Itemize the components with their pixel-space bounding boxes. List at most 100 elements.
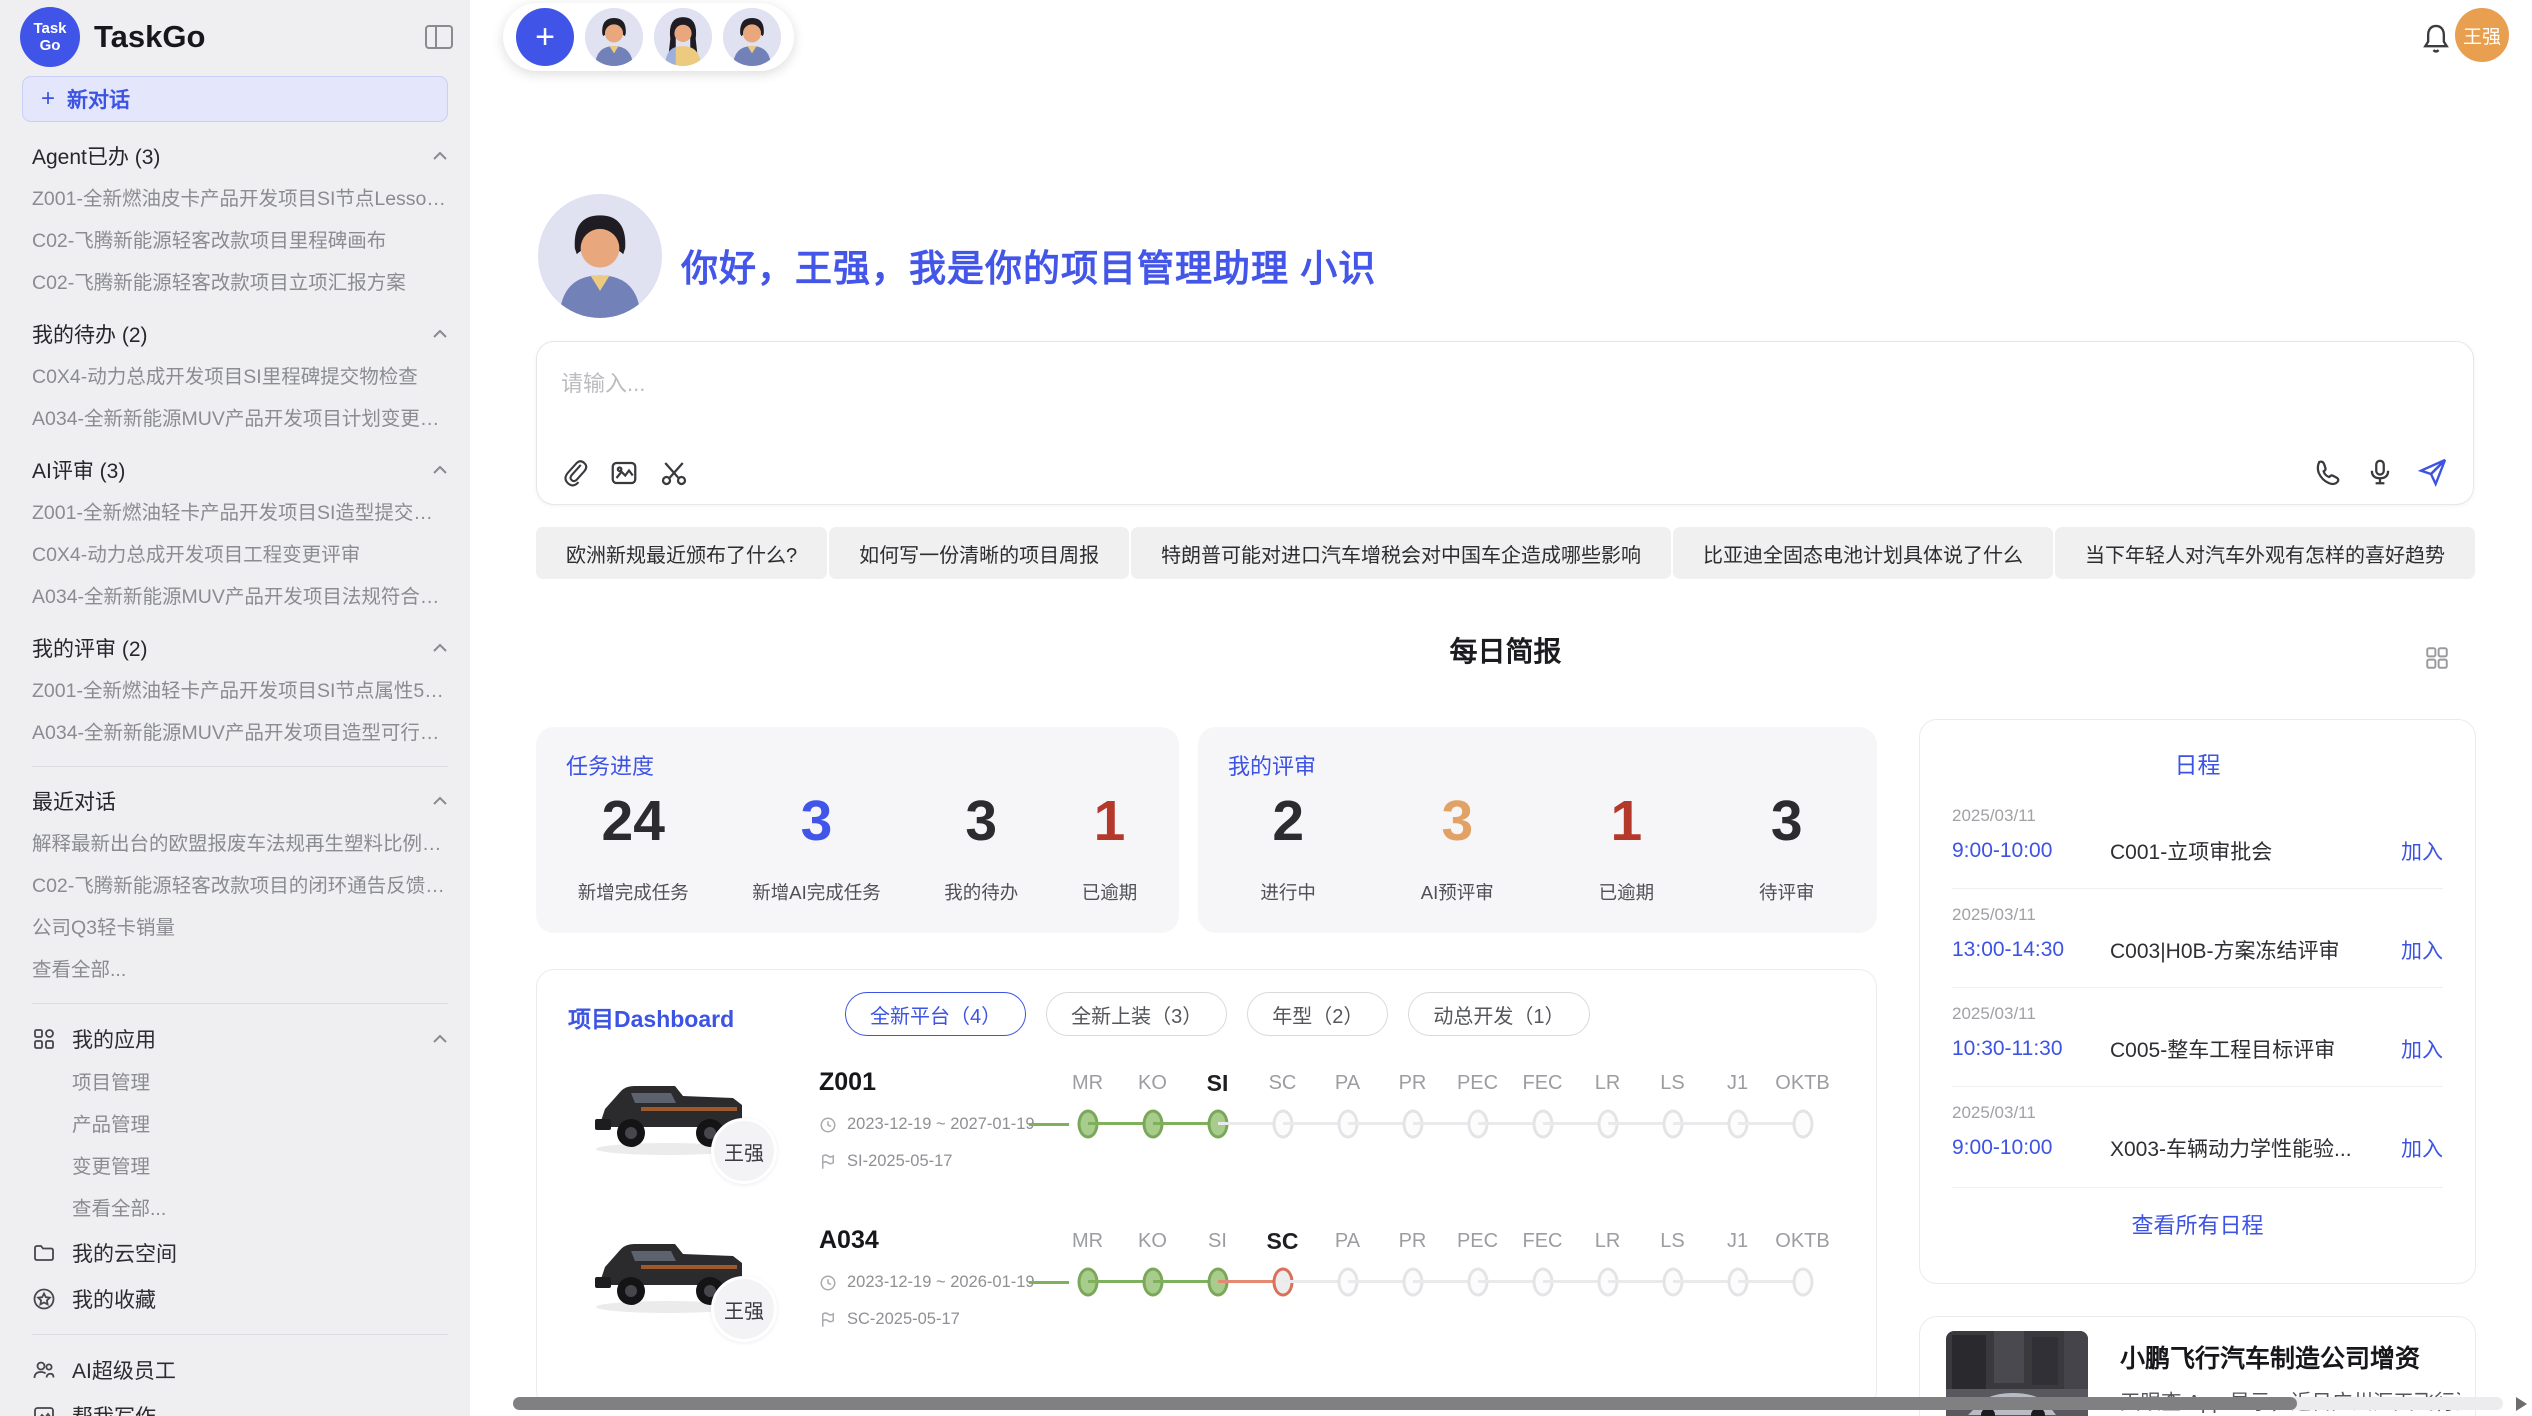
sidebar-task-item[interactable]: Z001-全新燃油轻卡产品开发项目SI造型提交物评审	[32, 492, 448, 534]
sidebar-task-item[interactable]: C0X4-动力总成开发项目SI里程碑提交物检查	[32, 356, 448, 398]
sidebar-task-item[interactable]: A034-全新新能源MUV产品开发项目造型可行性评审	[32, 712, 448, 754]
section-header-my-review[interactable]: 我的评审 (2)	[32, 626, 448, 670]
composer-left-tools	[561, 458, 689, 488]
filter-pill[interactable]: 全新上装（3）	[1046, 992, 1227, 1036]
apps-sublist: 项目管理产品管理变更管理查看全部...	[32, 1062, 448, 1230]
suggestion-chip[interactable]: 特朗普可能对进口汽车增税会对中国车企造成哪些影响	[1131, 527, 1671, 579]
filter-pill[interactable]: 动总开发（1）	[1408, 992, 1589, 1036]
horizontal-scrollbar[interactable]	[513, 1397, 2503, 1410]
milestone-label: J1	[1705, 1220, 1770, 1262]
project-row[interactable]: 王强 Z001 2023-12-19 ~ 2027-01-19 SI-2025-…	[583, 1056, 1852, 1212]
milestone: J1	[1705, 1220, 1770, 1302]
contact-avatar[interactable]	[723, 8, 781, 66]
schedule-item: 2025/03/11 9:00-10:00 C001-立项审批会 加入	[1952, 790, 2443, 888]
new-chat-label: 新对话	[67, 84, 130, 114]
suggestion-chip[interactable]: 当下年轻人对汽车外观有怎样的喜好趋势	[2055, 527, 2475, 579]
grid-icon	[32, 1027, 56, 1051]
message-input[interactable]	[561, 362, 2261, 406]
notification-bell-icon[interactable]	[2420, 22, 2452, 61]
scrollbar-thumb[interactable]	[513, 1397, 2297, 1410]
section-header-recent-chats[interactable]: 最近对话	[32, 779, 448, 823]
milestone-label: KO	[1120, 1062, 1185, 1104]
user-avatar[interactable]: 王强	[2455, 8, 2509, 62]
filter-pill[interactable]: 全新平台（4）	[845, 992, 1026, 1036]
stat-value: 2	[1260, 789, 1316, 853]
sidebar-item-ai-staff[interactable]: AI超级员工	[32, 1347, 448, 1393]
project-row[interactable]: 王强 A034 2023-12-19 ~ 2026-01-19 SC-2025-…	[583, 1214, 1852, 1370]
collapse-sidebar-icon[interactable]	[424, 22, 454, 52]
composer-right-tools	[2313, 456, 2449, 488]
date-range: 2023-12-19 ~ 2027-01-19	[847, 1115, 1035, 1134]
image-upload-icon[interactable]	[609, 458, 639, 488]
sidebar-task-item[interactable]: C02-飞腾新能源轻客改款项目立项汇报方案	[32, 262, 448, 304]
section-header-agent-done[interactable]: Agent已办 (3)	[32, 134, 448, 178]
app-item[interactable]: 项目管理	[72, 1062, 448, 1104]
app-item[interactable]: 产品管理	[72, 1104, 448, 1146]
stat-value: 1	[1599, 789, 1655, 853]
greeting-text: 你好，王强，我是你的项目管理助理 小识	[681, 238, 1376, 292]
join-meeting-link[interactable]: 加入	[2401, 1034, 2443, 1064]
contact-avatar[interactable]	[585, 8, 643, 66]
sidebar-task-item[interactable]: C0X4-动力总成开发项目工程变更评审	[32, 534, 448, 576]
new-session-button[interactable]: +	[516, 8, 574, 66]
schedule-date: 2025/03/11	[1952, 806, 2443, 826]
section-title: 我的待办 (2)	[32, 319, 148, 349]
recent-chat-item[interactable]: 查看全部...	[32, 949, 448, 991]
stats-row: 2 进行中 3 AI预评审 1 已逾期 3 待	[1208, 789, 1867, 905]
stat-value: 3	[944, 789, 1018, 853]
join-meeting-link[interactable]: 加入	[2401, 1133, 2443, 1163]
layout-grid-icon[interactable]	[2424, 645, 2450, 676]
section-header-ai-review[interactable]: AI评审 (3)	[32, 448, 448, 492]
app-item[interactable]: 查看全部...	[72, 1188, 448, 1230]
sidebar-task-item[interactable]: A034-全新新能源MUV产品开发项目法规符合性评审	[32, 576, 448, 618]
section-title: 最近对话	[32, 786, 116, 816]
sidebar-item-cloud-space[interactable]: 我的云空间	[32, 1230, 448, 1276]
sidebar-task-item[interactable]: Z001-全新燃油轻卡产品开发项目SI节点属性5D文件评审	[32, 670, 448, 712]
new-chat-button[interactable]: + 新对话	[22, 76, 448, 122]
sidebar-task-item[interactable]: Z001-全新燃油皮卡产品开发项目SI节点Lesson Learn报告	[32, 178, 448, 220]
project-dates: 2023-12-19 ~ 2026-01-19	[819, 1273, 1035, 1292]
sidebar-item-my-apps[interactable]: 我的应用	[32, 1016, 448, 1062]
assistant-avatar	[538, 194, 662, 318]
join-meeting-link[interactable]: 加入	[2401, 836, 2443, 866]
view-all-schedule-link[interactable]: 查看所有日程	[1952, 1187, 2443, 1240]
suggestion-chip[interactable]: 欧洲新规最近颁布了什么?	[536, 527, 827, 579]
voice-call-icon[interactable]	[2313, 457, 2343, 487]
recent-chat-item[interactable]: 公司Q3轻卡销量	[32, 907, 448, 949]
stat-label-text: 待评审	[1759, 879, 1815, 905]
milestone: MR	[1055, 1220, 1120, 1302]
filter-pill[interactable]: 年型（2）	[1247, 992, 1388, 1036]
sidebar-item-write-helper[interactable]: 帮我写作	[32, 1393, 448, 1416]
people-icon	[32, 1358, 56, 1382]
card-label: 任务进度	[566, 749, 654, 781]
recent-chat-item[interactable]: C02-飞腾新能源轻客改款项目的闭环通告反馈情况	[32, 865, 448, 907]
sidebar-task-item[interactable]: C02-飞腾新能源轻客改款项目里程碑画布	[32, 220, 448, 262]
scroll-right-arrow-icon[interactable]	[2516, 1397, 2527, 1411]
taskgo-app: Task Go TaskGo + 新对话 Agent已办 (3) Z001-全新…	[0, 0, 2532, 1416]
milestone-label: FEC	[1510, 1220, 1575, 1262]
milestone-label: LR	[1575, 1220, 1640, 1262]
suggestion-chip[interactable]: 如何写一份清晰的项目周报	[829, 527, 1129, 579]
app-title: TaskGo	[94, 19, 424, 55]
stat-value: 1	[1082, 789, 1138, 853]
sidebar-task-item[interactable]: A034-全新新能源MUV产品开发项目计划变更表编写	[32, 398, 448, 440]
chevron-up-icon	[432, 151, 448, 161]
recent-chat-item[interactable]: 解释最新出台的欧盟报废车法规再生塑料比例被调至15%...	[32, 823, 448, 865]
sidebar-item-favorites[interactable]: 我的收藏	[32, 1276, 448, 1322]
app-item[interactable]: 变更管理	[72, 1146, 448, 1188]
section-title: Agent已办 (3)	[32, 141, 160, 171]
milestone-dot-row	[1770, 1262, 1835, 1302]
contact-avatar[interactable]	[654, 8, 712, 66]
attachment-icon[interactable]	[561, 458, 589, 488]
suggestion-chip[interactable]: 比亚迪全固态电池计划具体说了什么	[1673, 527, 2053, 579]
milestone-dot	[1792, 1110, 1813, 1139]
milestone: OKTB	[1770, 1220, 1835, 1302]
microphone-icon[interactable]	[2365, 457, 2395, 487]
milestone: J1	[1705, 1062, 1770, 1144]
section-header-my-todo[interactable]: 我的待办 (2)	[32, 312, 448, 356]
screenshot-scissors-icon[interactable]	[659, 458, 689, 488]
section-title: 我的评审 (2)	[32, 633, 148, 663]
schedule-item: 2025/03/11 13:00-14:30 C003|H0B-方案冻结评审 加…	[1952, 888, 2443, 987]
join-meeting-link[interactable]: 加入	[2401, 935, 2443, 965]
send-icon[interactable]	[2417, 456, 2449, 488]
